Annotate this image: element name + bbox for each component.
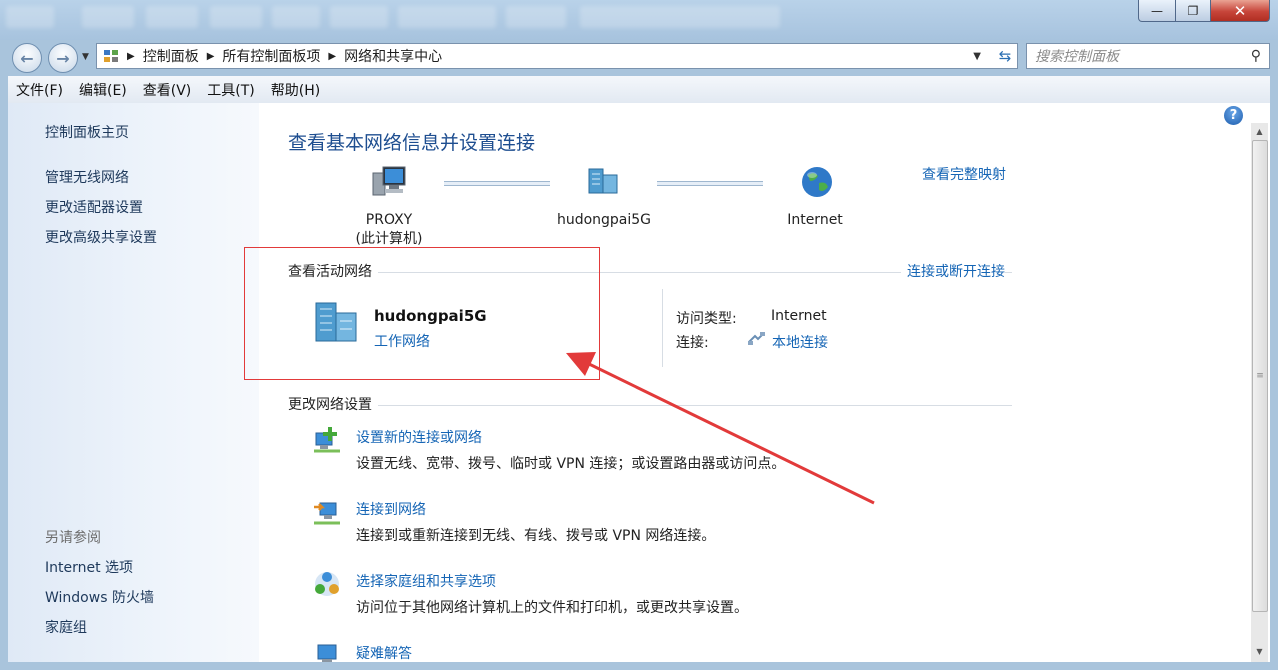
menu-help[interactable]: 帮助(H)	[263, 80, 328, 100]
breadcrumb-separator-icon[interactable]: ▶	[127, 51, 135, 62]
address-dropdown-icon[interactable]: ▼	[973, 51, 981, 62]
scroll-down-icon[interactable]: ▼	[1251, 643, 1268, 660]
maximize-icon: ❐	[1187, 3, 1199, 18]
search-placeholder: 搜索控制面板	[1035, 49, 1119, 65]
change-settings-heading: 更改网络设置	[288, 394, 378, 414]
map-node-computer-label: PROXY (此计算机)	[339, 212, 439, 248]
sidebar-home-link[interactable]: 控制面板主页	[45, 122, 129, 142]
map-node-computer-name: PROXY	[365, 212, 413, 228]
blurred-taskbar-item	[6, 6, 54, 28]
refresh-icon: ⇆	[998, 47, 1012, 65]
blurred-taskbar-item	[330, 6, 388, 28]
globe-icon	[800, 165, 834, 199]
see-full-map-link[interactable]: 查看完整映射	[922, 164, 1006, 184]
maximize-button[interactable]: ❐	[1176, 0, 1211, 22]
window-bottom-border	[0, 662, 1278, 670]
navigation-bar: ← → ▼ ▶ 控制面板 ▶ 所有控制面板项 ▶ 网络和共享中心 ▼ ⇆ 搜索控…	[0, 40, 1278, 74]
sidebar-manage-wireless-link[interactable]: 管理无线网络	[45, 167, 129, 187]
address-bar[interactable]: ▶ 控制面板 ▶ 所有控制面板项 ▶ 网络和共享中心 ▼	[96, 43, 1018, 69]
menu-view[interactable]: 查看(V)	[135, 80, 200, 100]
see-also-heading: 另请参阅	[45, 530, 101, 546]
breadcrumb-network-center[interactable]: 网络和共享中心	[344, 46, 442, 66]
sidebar-advanced-sharing-link[interactable]: 更改高级共享设置	[45, 227, 157, 247]
forward-button[interactable]: →	[48, 43, 78, 73]
menu-file[interactable]: 文件(F)	[8, 80, 71, 100]
active-network-icon	[312, 299, 362, 345]
active-network-name: hudongpai5G	[374, 307, 487, 325]
computer-icon	[371, 165, 407, 197]
access-type-label: 访问类型:	[676, 311, 737, 327]
connect-disconnect-link[interactable]: 连接或断开连接	[901, 261, 1005, 281]
close-button[interactable]: ✕	[1211, 0, 1270, 22]
close-icon: ✕	[1233, 1, 1247, 20]
refresh-button[interactable]: ⇆	[992, 43, 1018, 69]
content-frame: 控制面板主页 管理无线网络 更改适配器设置 更改高级共享设置 另请参阅 Inte…	[8, 103, 1270, 662]
main-pane: 查看基本网络信息并设置连接 查看完整映射 PROXY (此计算机) hudong…	[259, 103, 1251, 662]
blurred-taskbar-item	[398, 6, 496, 28]
minimize-button[interactable]: —	[1138, 0, 1176, 22]
breadcrumb-all-items[interactable]: 所有控制面板项	[222, 46, 320, 66]
new-connection-icon	[312, 425, 342, 455]
blurred-taskbar-item	[580, 6, 780, 28]
scroll-grip-icon: ≡	[1256, 371, 1264, 381]
scroll-up-icon[interactable]: ▲	[1251, 123, 1268, 140]
map-node-internet-label: Internet	[787, 212, 843, 228]
blurred-taskbar-item	[272, 6, 320, 28]
homegroup-sharing-desc: 访问位于其他网络计算机上的文件和打印机，或更改共享设置。	[356, 600, 748, 616]
recent-pages-dropdown-icon[interactable]: ▼	[82, 52, 89, 62]
active-network-divider	[662, 289, 663, 367]
task-sidebar: 控制面板主页 管理无线网络 更改适配器设置 更改高级共享设置 另请参阅 Inte…	[8, 103, 259, 662]
connect-network-icon	[312, 497, 342, 527]
help-button[interactable]: ?	[1224, 106, 1243, 125]
blurred-taskbar-item	[210, 6, 262, 28]
map-connection-line	[657, 181, 763, 186]
map-node-computer-sub: (此计算机)	[355, 231, 423, 247]
local-connection-icon	[748, 332, 766, 346]
menu-tools[interactable]: 工具(T)	[199, 80, 262, 100]
menu-bar: 文件(F) 编辑(E) 查看(V) 工具(T) 帮助(H)	[8, 76, 1270, 104]
page-title: 查看基本网络信息并设置连接	[288, 132, 536, 154]
network-building-icon	[585, 165, 621, 197]
title-bar: — ❐ ✕	[0, 0, 1278, 40]
blurred-taskbar-item	[82, 6, 134, 28]
scroll-thumb[interactable]: ≡	[1252, 140, 1268, 612]
connections-label: 连接:	[676, 335, 709, 351]
map-connection-line	[444, 181, 550, 186]
active-networks-heading: 查看活动网络	[288, 261, 378, 281]
troubleshoot-link[interactable]: 疑难解答	[356, 643, 412, 662]
troubleshoot-icon	[312, 641, 342, 662]
search-icon[interactable]: ⚲	[1251, 48, 1261, 64]
breadcrumb-control-panel[interactable]: 控制面板	[143, 46, 199, 66]
map-node-network-label: hudongpai5G	[556, 212, 652, 228]
access-type-value: Internet	[771, 308, 827, 324]
breadcrumb-separator-icon[interactable]: ▶	[328, 51, 336, 62]
sidebar-internet-options-link[interactable]: Internet 选项	[45, 557, 133, 577]
local-connection-link[interactable]: 本地连接	[772, 332, 828, 352]
network-category-link[interactable]: 工作网络	[374, 331, 430, 351]
forward-arrow-icon: →	[56, 48, 70, 68]
sidebar-adapter-settings-link[interactable]: 更改适配器设置	[45, 197, 143, 217]
homegroup-icon	[312, 569, 342, 599]
vertical-scrollbar[interactable]: ▲ ≡ ▼	[1251, 123, 1268, 662]
blurred-taskbar-item	[506, 6, 566, 28]
control-panel-icon	[103, 48, 119, 64]
minimize-icon: —	[1151, 3, 1163, 18]
blurred-taskbar-item	[146, 6, 198, 28]
setup-new-connection-desc: 设置无线、宽带、拨号、临时或 VPN 连接；或设置路由器或访问点。	[356, 456, 786, 472]
connect-to-network-link[interactable]: 连接到网络	[356, 499, 426, 519]
search-input[interactable]: 搜索控制面板 ⚲	[1026, 43, 1270, 69]
homegroup-sharing-link[interactable]: 选择家庭组和共享选项	[356, 571, 496, 591]
help-icon: ?	[1229, 108, 1238, 123]
setup-new-connection-link[interactable]: 设置新的连接或网络	[356, 427, 482, 447]
breadcrumb-separator-icon[interactable]: ▶	[207, 51, 215, 62]
sidebar-homegroup-link[interactable]: 家庭组	[45, 617, 87, 637]
back-button[interactable]: ←	[12, 43, 42, 73]
menu-edit[interactable]: 编辑(E)	[71, 80, 135, 100]
change-settings-rule	[288, 405, 1012, 406]
sidebar-firewall-link[interactable]: Windows 防火墙	[45, 587, 154, 607]
back-arrow-icon: ←	[20, 48, 34, 68]
connect-to-network-desc: 连接到或重新连接到无线、有线、拨号或 VPN 网络连接。	[356, 528, 716, 544]
